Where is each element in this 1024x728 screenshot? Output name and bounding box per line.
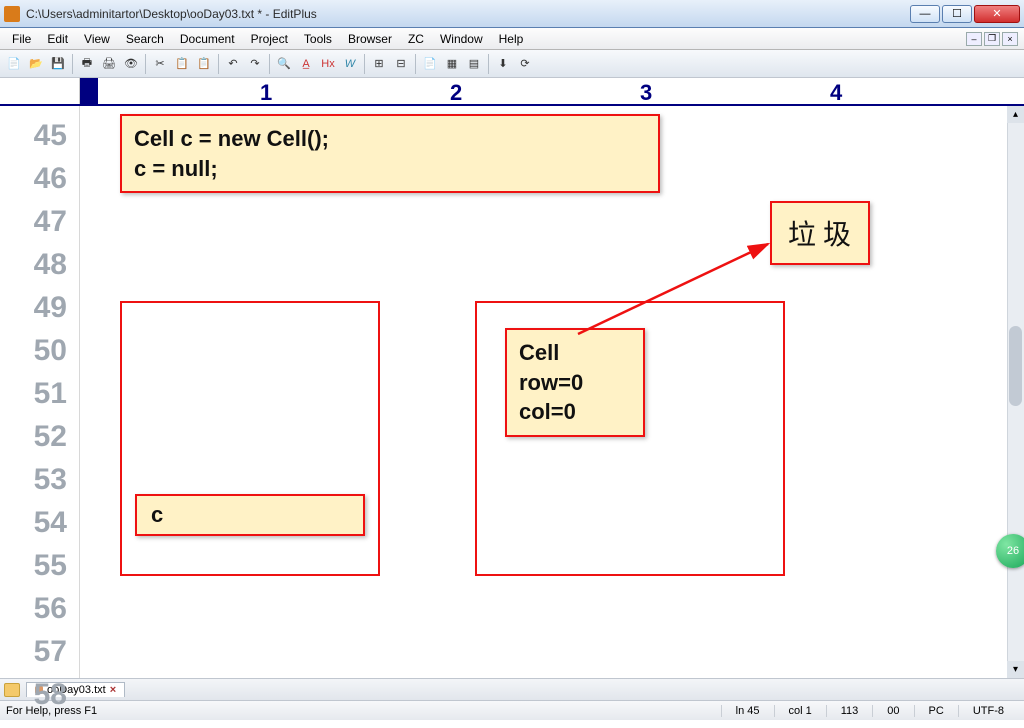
mdi-controls: – ❐ × — [966, 32, 1020, 46]
line-number-gutter: 45 46 47 48 49 50 51 52 53 54 55 56 57 5… — [0, 106, 80, 678]
annotation-garbage-label: 垃 圾 — [770, 201, 870, 265]
toolbar-separator — [145, 54, 146, 74]
tb-paste-icon[interactable]: 📋 — [194, 54, 214, 74]
tb-printpreview-icon[interactable]: 🖨 — [99, 54, 119, 74]
tb-new-icon[interactable]: 📄 — [4, 54, 24, 74]
tb-doc-icon[interactable]: 📄 — [420, 54, 440, 74]
menu-project[interactable]: Project — [243, 30, 296, 48]
mdi-minimize-button[interactable]: – — [966, 32, 982, 46]
menu-zc[interactable]: ZC — [400, 30, 432, 48]
toolbar-separator — [269, 54, 270, 74]
line-number: 54 — [0, 501, 79, 544]
ruler: 1 2 3 4 — [0, 78, 1024, 106]
annotation-code-box: Cell c = new Cell(); c = null; — [120, 114, 660, 193]
line-number: 51 — [0, 372, 79, 415]
line-number: 47 — [0, 200, 79, 243]
toolbar-separator — [72, 54, 73, 74]
line-number: 45 — [0, 114, 79, 157]
status-bar: For Help, press F1 ln 45 col 1 113 00 PC… — [0, 700, 1024, 720]
menu-window[interactable]: Window — [432, 30, 491, 48]
line-number: 53 — [0, 458, 79, 501]
tab-close-icon[interactable]: × — [110, 684, 116, 696]
line-number: 57 — [0, 630, 79, 673]
status-hint: For Help, press F1 — [6, 705, 721, 717]
ruler-mark-3: 3 — [640, 80, 652, 106]
line-number: 56 — [0, 587, 79, 630]
document-tab-bar: ooDay03.txt × — [0, 678, 1024, 700]
tb-hex-icon[interactable]: Hx — [318, 54, 338, 74]
status-line: ln 45 — [721, 705, 774, 717]
menu-view[interactable]: View — [76, 30, 118, 48]
line-number: 55 — [0, 544, 79, 587]
scroll-up-icon[interactable]: ▴ — [1007, 106, 1024, 123]
mdi-close-button[interactable]: × — [1002, 32, 1018, 46]
status-platform: PC — [914, 705, 958, 717]
toolbar-separator — [415, 54, 416, 74]
editor: 45 46 47 48 49 50 51 52 53 54 55 56 57 5… — [0, 106, 1024, 678]
editor-canvas[interactable]: Cell c = new Cell(); c = null; c Cell ro… — [80, 106, 1024, 678]
toolbar: 📄 📂 💾 🖶 🖨 👁 ✂ 📋 📋 ↶ ↷ 🔍 A̲ Hx W ⊞ ⊟ 📄 ▦ … — [0, 50, 1024, 78]
menu-browser[interactable]: Browser — [340, 30, 400, 48]
floating-badge[interactable]: 26 — [996, 534, 1024, 568]
menu-help[interactable]: Help — [491, 30, 532, 48]
status-b: 00 — [872, 705, 913, 717]
scroll-thumb[interactable] — [1009, 326, 1022, 406]
ruler-mark-4: 4 — [830, 80, 842, 106]
toolbar-separator — [364, 54, 365, 74]
status-col: col 1 — [774, 705, 826, 717]
line-number: 48 — [0, 243, 79, 286]
ruler-scale: 1 2 3 4 — [80, 78, 1024, 104]
tb-preview-icon[interactable]: 👁 — [121, 54, 141, 74]
toolbar-separator — [218, 54, 219, 74]
tb-print-icon[interactable]: 🖶 — [77, 54, 97, 74]
line-number: 58 — [0, 673, 79, 716]
line-number: 50 — [0, 329, 79, 372]
menu-bar: File Edit View Search Document Project T… — [0, 28, 1024, 50]
app-icon — [4, 6, 20, 22]
minimize-button[interactable]: — — [910, 5, 940, 23]
toolbar-separator — [488, 54, 489, 74]
menu-document[interactable]: Document — [172, 30, 243, 48]
tb-refresh-icon[interactable]: ⟳ — [515, 54, 535, 74]
ruler-mark-1: 1 — [260, 80, 272, 106]
vertical-scrollbar[interactable]: ▴ ▾ — [1007, 106, 1024, 678]
annotation-var-box: c — [135, 494, 365, 536]
tb-cut-icon[interactable]: ✂ — [150, 54, 170, 74]
caret-indicator-icon — [80, 120, 88, 132]
tb-down-icon[interactable]: ⬇ — [493, 54, 513, 74]
tb-save-icon[interactable]: 💾 — [48, 54, 68, 74]
close-button[interactable]: ✕ — [974, 5, 1020, 23]
window-controls: — ☐ ✕ — [910, 5, 1020, 23]
line-number: 46 — [0, 157, 79, 200]
maximize-button[interactable]: ☐ — [942, 5, 972, 23]
menu-tools[interactable]: Tools — [296, 30, 340, 48]
annotation-object-box: Cell row=0 col=0 — [505, 328, 645, 437]
status-encoding: UTF-8 — [958, 705, 1018, 717]
ruler-gutter — [0, 78, 80, 104]
tb-open-icon[interactable]: 📂 — [26, 54, 46, 74]
menu-search[interactable]: Search — [118, 30, 172, 48]
ruler-mark-2: 2 — [450, 80, 462, 106]
tb-panel-icon[interactable]: ▤ — [464, 54, 484, 74]
window-title: C:\Users\adminitartor\Desktop\ooDay03.tx… — [26, 7, 910, 21]
title-bar: C:\Users\adminitartor\Desktop\ooDay03.tx… — [0, 0, 1024, 28]
tb-copy-icon[interactable]: 📋 — [172, 54, 192, 74]
tb-font-icon[interactable]: A̲ — [296, 54, 316, 74]
status-a: 113 — [826, 705, 873, 717]
tb-tile2-icon[interactable]: ⊟ — [391, 54, 411, 74]
tb-wrap-icon[interactable]: W — [340, 54, 360, 74]
tb-redo-icon[interactable]: ↷ — [245, 54, 265, 74]
menu-file[interactable]: File — [4, 30, 39, 48]
menu-edit[interactable]: Edit — [39, 30, 76, 48]
tb-grid-icon[interactable]: ▦ — [442, 54, 462, 74]
tb-undo-icon[interactable]: ↶ — [223, 54, 243, 74]
scroll-down-icon[interactable]: ▾ — [1007, 661, 1024, 678]
line-number: 49 — [0, 286, 79, 329]
line-number: 52 — [0, 415, 79, 458]
mdi-restore-button[interactable]: ❐ — [984, 32, 1000, 46]
tb-find-icon[interactable]: 🔍 — [274, 54, 294, 74]
tb-tile-icon[interactable]: ⊞ — [369, 54, 389, 74]
